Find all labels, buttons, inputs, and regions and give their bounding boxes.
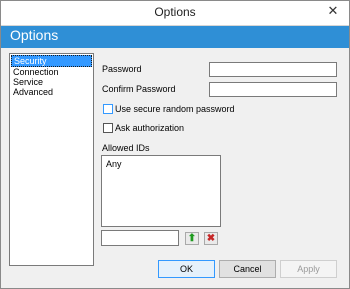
confirm-password-label: Confirm Password xyxy=(102,84,176,94)
header-banner: Options xyxy=(1,26,349,48)
title-bar[interactable]: Options ✕ xyxy=(1,1,349,26)
ask-authorization-label[interactable]: Ask authorization xyxy=(115,123,184,133)
banner-title: Options xyxy=(10,27,59,43)
apply-button[interactable]: Apply xyxy=(280,260,337,278)
add-id-button[interactable]: ⬆ xyxy=(185,232,199,245)
password-label: Password xyxy=(102,64,142,74)
password-field[interactable] xyxy=(209,62,337,77)
ask-authorization-checkbox[interactable] xyxy=(103,123,113,133)
category-item-advanced[interactable]: Advanced xyxy=(10,87,93,97)
category-item-service[interactable]: Service xyxy=(10,77,93,87)
secure-random-label[interactable]: Use secure random password xyxy=(115,104,235,114)
category-item-security[interactable]: Security xyxy=(11,55,92,67)
secure-random-checkbox[interactable] xyxy=(103,104,113,114)
options-window: Options ✕ Options Security Connection Se… xyxy=(0,0,350,289)
allowed-ids-label: Allowed IDs xyxy=(102,143,150,153)
arrow-up-icon: ⬆ xyxy=(187,233,197,244)
remove-id-button[interactable]: ✖ xyxy=(204,232,218,245)
close-button[interactable]: ✕ xyxy=(323,2,343,20)
ok-button[interactable]: OK xyxy=(158,260,215,278)
close-icon: ✕ xyxy=(327,3,339,18)
category-list[interactable]: Security Connection Service Advanced xyxy=(9,53,94,266)
list-item[interactable]: Any xyxy=(102,156,220,169)
window-title: Options xyxy=(154,5,196,19)
category-item-connection[interactable]: Connection xyxy=(10,67,93,77)
allowed-ids-list[interactable]: Any xyxy=(101,155,221,227)
new-id-input[interactable] xyxy=(101,230,179,246)
delete-icon: ✖ xyxy=(206,233,216,244)
cancel-button[interactable]: Cancel xyxy=(219,260,276,278)
confirm-password-field[interactable] xyxy=(209,82,337,97)
